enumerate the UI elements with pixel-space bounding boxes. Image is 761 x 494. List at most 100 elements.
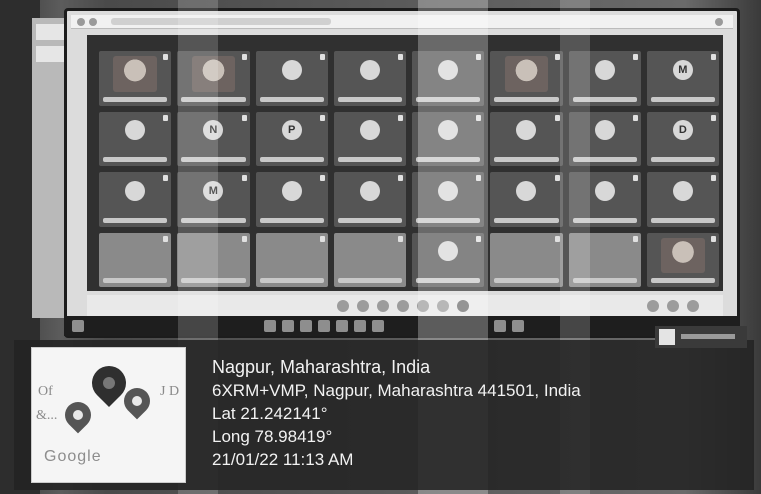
self-view-thumbnail [659, 329, 675, 345]
browser-control-icon[interactable] [77, 18, 85, 26]
avatar [594, 120, 615, 141]
address: 6XRM+VMP, Nagpur, Maharashtra 441501, In… [212, 381, 581, 400]
taskbar-app-icon[interactable] [318, 320, 330, 332]
participant-name [494, 157, 559, 162]
participant-tile[interactable] [333, 51, 406, 106]
panel-tab [36, 46, 64, 62]
participant-name [494, 217, 559, 223]
participant-name [103, 217, 168, 223]
participant-tile[interactable] [490, 172, 563, 227]
participant-tile[interactable] [99, 51, 172, 106]
mic-icon [319, 235, 325, 242]
participant-name [494, 96, 559, 102]
participant-tile[interactable]: P [255, 111, 328, 166]
camera-toggle-icon[interactable] [357, 300, 369, 312]
monitor-screen: MNPDM [64, 8, 740, 338]
participant-name [494, 278, 559, 283]
mic-icon [398, 235, 403, 242]
taskbar-app-icon[interactable] [494, 320, 506, 332]
taskbar-app-icon[interactable] [336, 320, 348, 332]
participant-tile[interactable] [646, 172, 719, 227]
geotag-info: Nagpur, Maharashtra, India 6XRM+VMP, Nag… [212, 356, 581, 471]
map-label: &... [36, 408, 58, 423]
mic-icon [554, 175, 560, 181]
participant-tile[interactable] [333, 172, 406, 227]
avatar: P [281, 120, 302, 141]
longitude: Long 78.98419° [212, 427, 333, 446]
participant-tile[interactable] [646, 232, 719, 287]
participant-tile[interactable] [490, 232, 563, 287]
participant-tile[interactable] [255, 172, 328, 227]
avatar [516, 120, 537, 141]
mic-icon [632, 235, 638, 242]
participant-name [259, 278, 324, 283]
mic-icon [398, 175, 403, 181]
mic-icon [163, 175, 169, 181]
taskbar-app-icon[interactable] [282, 320, 294, 332]
mic-icon [711, 54, 716, 60]
address-bar[interactable] [111, 18, 331, 25]
datetime: 21/01/22 11:13 AM [212, 450, 354, 469]
chat-icon[interactable] [687, 300, 699, 312]
browser-bar [71, 15, 733, 29]
start-icon[interactable] [72, 320, 84, 332]
location-title: Nagpur, Maharashtra, India [212, 357, 431, 377]
mic-icon [711, 235, 716, 242]
taskbar-app-icon[interactable] [354, 320, 366, 332]
avatar [359, 59, 380, 80]
avatar [594, 59, 615, 80]
taskbar-app-icon[interactable] [300, 320, 312, 332]
participant-video [661, 237, 705, 274]
avatar [281, 59, 302, 80]
self-view-label [681, 334, 735, 339]
avatar [125, 120, 146, 141]
avatar: M [672, 59, 693, 80]
participant-name [650, 157, 715, 162]
taskbar-app-icon[interactable] [264, 320, 276, 332]
participant-tile[interactable] [99, 172, 172, 227]
participant-name [650, 96, 715, 102]
participant-tile[interactable] [333, 232, 406, 287]
mic-icon [554, 235, 560, 242]
mic-icon [241, 114, 247, 121]
participant-tile[interactable] [490, 111, 563, 166]
participant-name [103, 157, 168, 162]
avatar [672, 180, 693, 201]
mic-icon [319, 175, 325, 181]
mic-icon [554, 114, 560, 121]
participant-tile[interactable] [99, 232, 172, 287]
participant-name [337, 217, 402, 223]
mic-icon [241, 54, 247, 60]
taskbar-app-icon[interactable] [372, 320, 384, 332]
participant-tile[interactable] [333, 111, 406, 166]
participant-tile[interactable] [255, 232, 328, 287]
mic-toggle-icon[interactable] [337, 300, 349, 312]
raise-hand-icon[interactable] [397, 300, 409, 312]
captions-icon[interactable] [377, 300, 389, 312]
panel-tab [36, 24, 64, 40]
participant-name [337, 96, 402, 102]
avatar [359, 180, 380, 201]
photo-frame: MNPDM Of &... J D Google Nagpur, Maharas… [0, 0, 761, 494]
people-icon[interactable] [667, 300, 679, 312]
participant-name [259, 217, 324, 223]
mic-icon [398, 54, 403, 60]
participant-tile[interactable] [99, 111, 172, 166]
mic-icon [241, 175, 247, 181]
avatar [125, 180, 146, 201]
participant-tile[interactable] [490, 51, 563, 106]
taskbar-app-icon[interactable] [512, 320, 524, 332]
mic-icon [163, 114, 169, 121]
participant-tile[interactable]: M [646, 51, 719, 106]
participant-name [337, 278, 402, 283]
browser-control-icon[interactable] [89, 18, 97, 26]
participant-tile[interactable] [255, 51, 328, 106]
self-view-pip[interactable] [655, 326, 747, 348]
mic-icon [711, 114, 716, 121]
participant-name [259, 157, 324, 162]
avatar [281, 180, 302, 201]
map-label: Of [38, 384, 53, 399]
browser-menu-icon[interactable] [715, 18, 723, 26]
info-icon[interactable] [647, 300, 659, 312]
participant-tile[interactable]: D [646, 111, 719, 166]
